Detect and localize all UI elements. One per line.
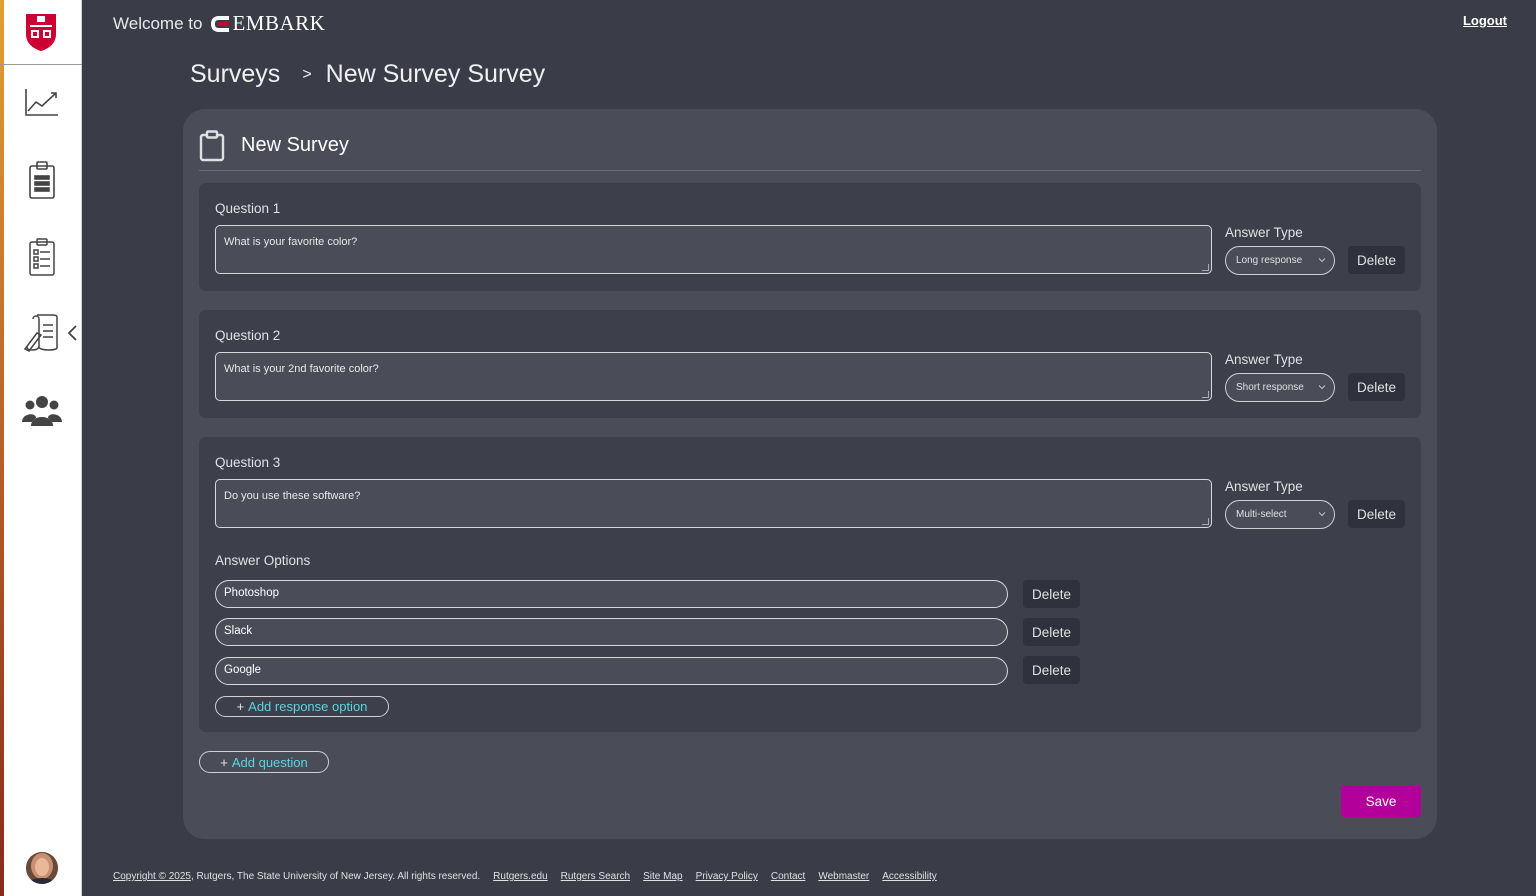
copyright-text: , Rutgers, The State University of New J… [190, 871, 481, 882]
question-label: Question 1 [215, 201, 281, 216]
question-block: Question 3 Do you use these software? An… [199, 437, 1421, 732]
save-button[interactable]: Save [1341, 785, 1421, 817]
footer: Copyright © 2025, Rutgers, The State Uni… [113, 871, 937, 882]
answer-type-value: Multi-select [1236, 509, 1287, 520]
clipboard-icon[interactable] [20, 158, 64, 202]
footer-link-rutgers-search[interactable]: Rutgers Search [561, 871, 630, 882]
answer-option-input[interactable]: Photoshop [215, 580, 1008, 608]
sidebar-collapse-chevron-icon[interactable] [66, 323, 80, 343]
question-text-input[interactable]: What is your favorite color? [215, 225, 1212, 274]
chevron-down-icon [1318, 512, 1326, 517]
delete-question-button[interactable]: Delete [1348, 373, 1405, 401]
question-label: Question 2 [215, 328, 281, 343]
breadcrumb-surveys[interactable]: Surveys [190, 60, 280, 89]
users-group-icon[interactable] [20, 389, 64, 433]
brand-name: EMBARK [232, 11, 326, 35]
survey-card: New Survey Question 1 What is your favor… [183, 109, 1437, 839]
delete-option-button[interactable]: Delete [1023, 618, 1080, 646]
question-label: Question 3 [215, 455, 281, 470]
answer-type-value: Short response [1236, 382, 1304, 393]
footer-link-webmaster[interactable]: Webmaster [818, 871, 869, 882]
welcome-text: Welcome to [113, 13, 203, 33]
answer-type-label: Answer Type [1225, 352, 1303, 367]
delete-question-button[interactable]: Delete [1348, 500, 1405, 528]
delete-option-button[interactable]: Delete [1023, 580, 1080, 608]
delete-option-button[interactable]: Delete [1023, 656, 1080, 684]
question-text-input[interactable]: What is your 2nd favorite color? [215, 352, 1212, 401]
answer-options-label: Answer Options [215, 553, 311, 568]
user-avatar[interactable] [26, 852, 58, 884]
add-response-option-button[interactable]: + Add response option [215, 696, 389, 717]
footer-link-contact[interactable]: Contact [771, 871, 805, 882]
footer-copyright: Copyright © 2025, Rutgers, The State Uni… [113, 871, 480, 882]
card-title: New Survey [241, 134, 349, 156]
sidebar-edge [0, 0, 4, 896]
footer-link-rutgers-edu[interactable]: Rutgers.edu [493, 871, 547, 882]
plus-icon: + [236, 699, 245, 714]
chevron-down-icon [1318, 385, 1326, 390]
delete-question-button[interactable]: Delete [1348, 246, 1405, 274]
plus-icon: + [220, 754, 228, 770]
add-question-label: Add question [231, 754, 308, 770]
footer-link-site-map[interactable]: Site Map [643, 871, 682, 882]
chevron-down-icon [1318, 258, 1326, 263]
question-block: Question 1 What is your favorite color? … [199, 183, 1421, 291]
answer-type-value: Long response [1236, 255, 1303, 266]
welcome-header: Welcome to EMBARK [113, 11, 325, 36]
logout-link[interactable]: Logout [1463, 13, 1507, 28]
answer-type-label: Answer Type [1225, 225, 1303, 240]
answer-type-select[interactable]: Multi-select [1225, 500, 1335, 529]
answer-type-label: Answer Type [1225, 479, 1303, 494]
answer-option-input[interactable]: Google [215, 657, 1008, 685]
clipboard-icon [199, 129, 225, 161]
sidebar [0, 0, 82, 896]
question-text-input[interactable]: Do you use these software? [215, 479, 1212, 528]
chart-line-icon[interactable] [20, 80, 64, 124]
question-block: Question 2 What is your 2nd favorite col… [199, 310, 1421, 418]
embark-brand: EMBARK [211, 11, 325, 36]
add-question-button[interactable]: + Add question [199, 751, 329, 773]
answer-type-select[interactable]: Short response [1225, 373, 1335, 402]
answer-option-input[interactable]: Slack [215, 618, 1008, 646]
card-header: New Survey [199, 121, 1421, 171]
breadcrumb-separator: > [302, 66, 312, 83]
embark-logo-icon [211, 15, 230, 32]
answer-type-select[interactable]: Long response [1225, 246, 1335, 275]
copyright-link[interactable]: Copyright © 2025 [113, 871, 191, 882]
breadcrumb-current: New Survey Survey [325, 60, 546, 88]
rutgers-shield-logo[interactable] [0, 0, 82, 65]
footer-link-privacy-policy[interactable]: Privacy Policy [696, 871, 758, 882]
scroll-quill-icon[interactable] [20, 311, 64, 355]
breadcrumb: Surveys > New Survey Survey [190, 60, 545, 89]
checklist-icon[interactable] [20, 235, 64, 279]
add-response-option-label: Add response option [248, 699, 368, 714]
footer-link-accessibility[interactable]: Accessibility [882, 871, 936, 882]
